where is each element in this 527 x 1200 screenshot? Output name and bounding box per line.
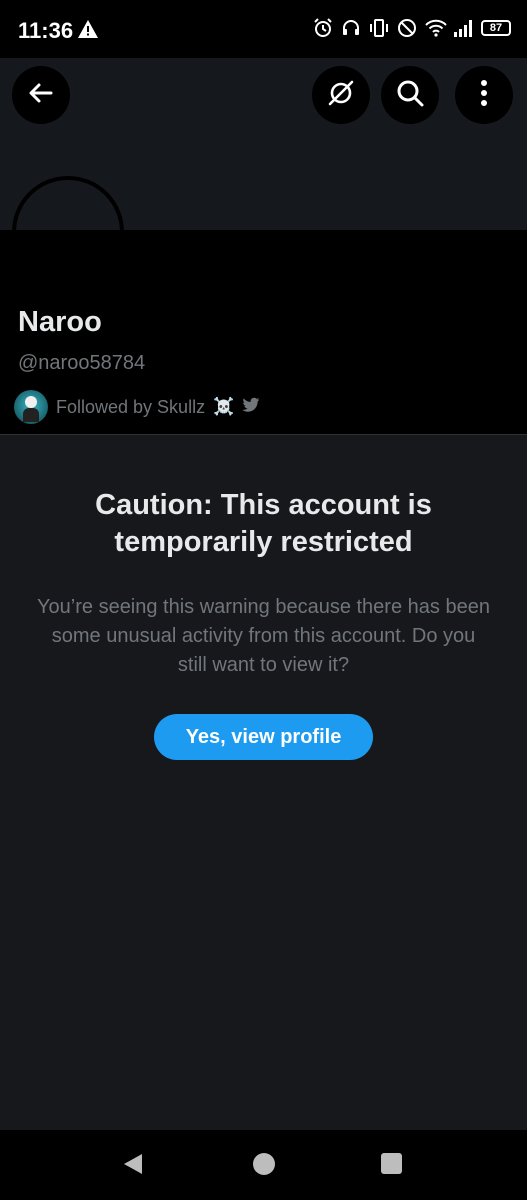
wifi-icon bbox=[425, 18, 447, 38]
search-icon bbox=[395, 78, 425, 113]
warning-triangle-icon bbox=[78, 20, 98, 43]
warning-message: You’re seeing this warning because there… bbox=[37, 596, 490, 676]
nav-recents-icon[interactable] bbox=[381, 1153, 402, 1174]
view-profile-button[interactable]: Yes, view profile bbox=[154, 714, 373, 760]
followed-by-text: Followed by Skullz bbox=[56, 396, 206, 417]
profile-handle: @naroo58784 bbox=[18, 352, 146, 374]
follower-avatar bbox=[14, 390, 48, 424]
headset-icon bbox=[341, 18, 361, 38]
arrow-left-icon bbox=[27, 79, 55, 112]
status-time: 11:36 bbox=[18, 18, 74, 43]
nav-home-icon[interactable] bbox=[253, 1153, 275, 1175]
vibrate-icon bbox=[369, 18, 389, 38]
status-bar: 11:36 87 bbox=[0, 0, 527, 58]
signal-icon bbox=[453, 18, 473, 38]
twitter-bird-icon bbox=[242, 397, 260, 418]
nav-back-icon[interactable] bbox=[122, 1152, 144, 1181]
more-options-button[interactable] bbox=[455, 66, 513, 124]
system-navigation-bar bbox=[0, 1130, 527, 1200]
do-not-disturb-icon bbox=[397, 18, 417, 38]
back-button[interactable] bbox=[12, 66, 70, 124]
hide-media-button[interactable] bbox=[312, 66, 370, 124]
battery-indicator: 87 bbox=[481, 20, 511, 36]
warning-title: Caution: This account is temporarily res… bbox=[95, 489, 432, 558]
restricted-account-warning: Caution: This account is temporarily res… bbox=[0, 435, 527, 1130]
alarm-icon bbox=[313, 18, 333, 38]
image-off-icon bbox=[326, 78, 356, 113]
search-button[interactable] bbox=[381, 66, 439, 124]
more-vertical-icon bbox=[479, 79, 489, 112]
skull-crossbones-emoji: ☠️ bbox=[213, 397, 235, 416]
status-icons: 87 bbox=[313, 18, 511, 38]
profile-name: Naroo bbox=[18, 306, 102, 338]
followed-by-row[interactable]: Followed by Skullz ☠️ bbox=[14, 390, 260, 424]
